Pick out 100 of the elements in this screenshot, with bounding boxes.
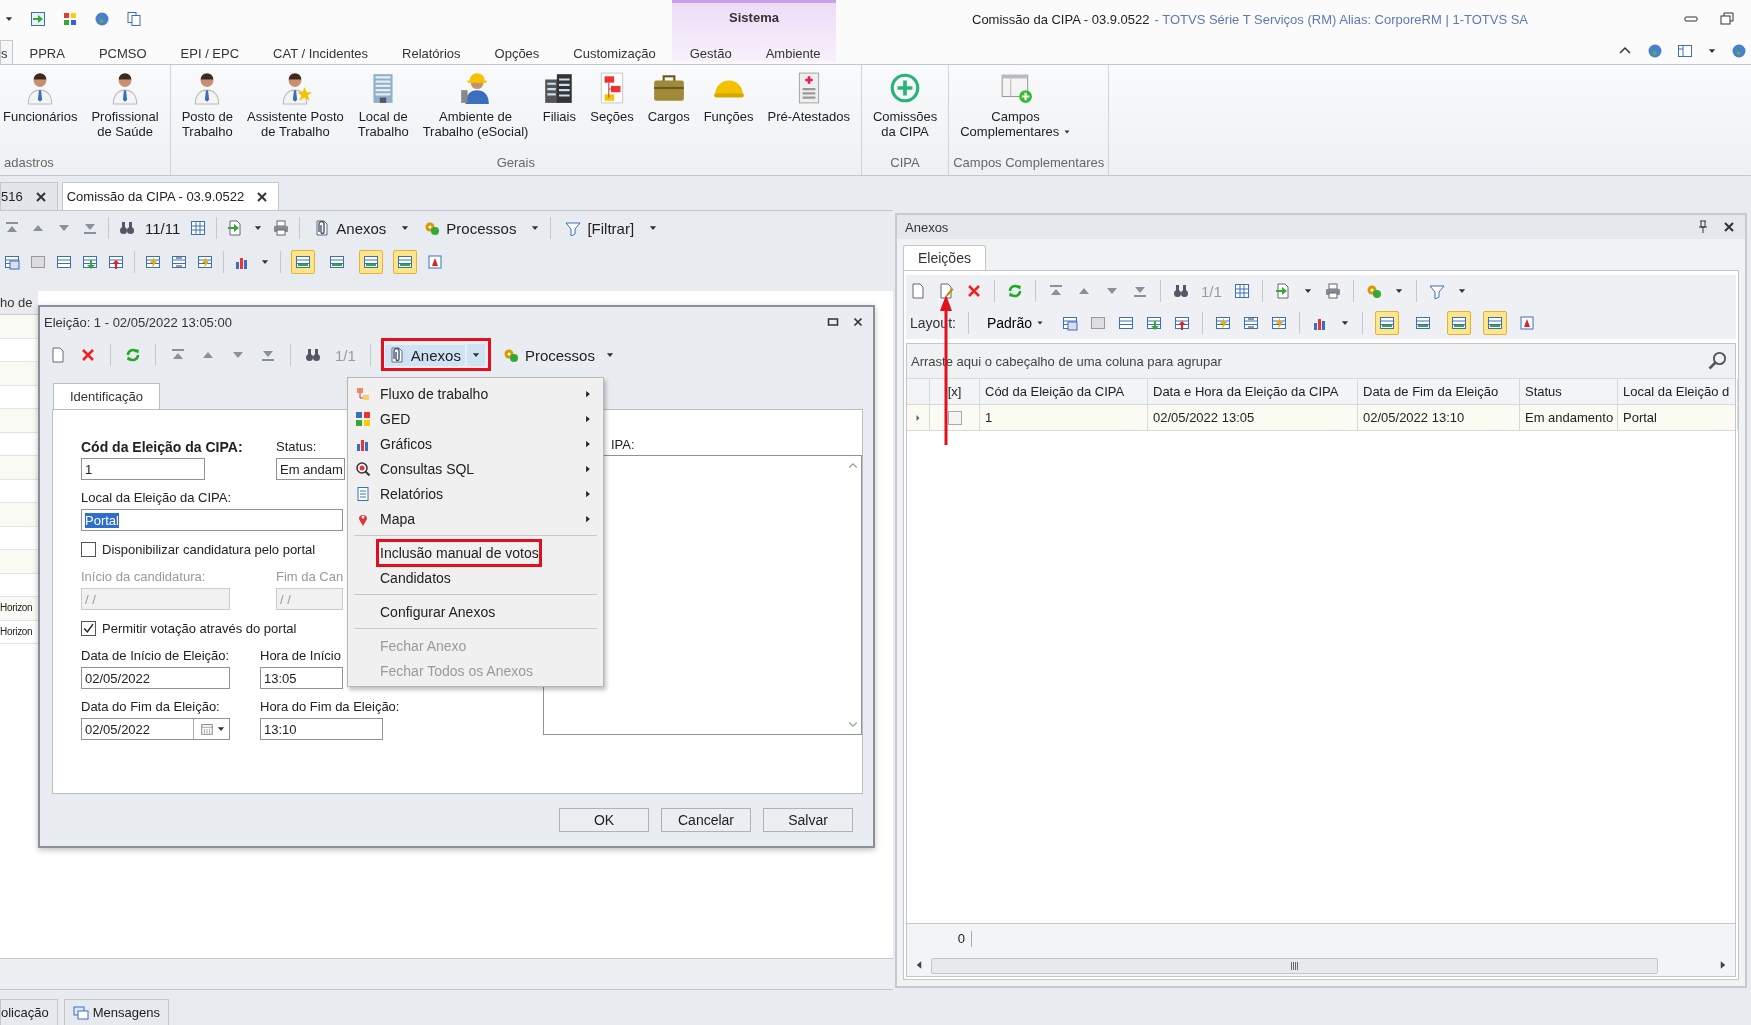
column-header[interactable]: Data e Hora da Eleição da CIPA [1148, 379, 1358, 404]
ribbon-tab[interactable]: Relatórios [385, 40, 478, 64]
ribbon-button[interactable]: Ambiente de Trabalho (eSocial) [415, 69, 536, 141]
paperclip-icon[interactable] [314, 220, 331, 236]
ribbon-button[interactable]: Campos Complementares [953, 69, 1078, 141]
table-import-icon[interactable] [82, 254, 98, 270]
text-field[interactable]: 02/05/2022 [81, 718, 230, 740]
table-flash-icon[interactable] [1271, 315, 1288, 331]
table-copy-icon[interactable] [1062, 315, 1079, 331]
edit-icon[interactable] [938, 283, 954, 299]
new-page-icon[interactable] [910, 283, 926, 299]
paperclip-icon[interactable] [388, 347, 405, 363]
format-icon[interactable] [1519, 315, 1536, 331]
bottom-tab[interactable]: Mensagens [63, 999, 169, 1025]
refresh-icon[interactable] [1007, 283, 1023, 299]
filter-icon[interactable] [1428, 283, 1445, 299]
gears-icon[interactable] [502, 347, 519, 363]
export-icon[interactable] [1274, 283, 1291, 299]
caret-icon[interactable] [1062, 128, 1071, 136]
column-header[interactable]: [x] [930, 379, 980, 404]
view-toggle[interactable] [359, 250, 383, 274]
palette-icon[interactable] [62, 11, 78, 27]
gears-icon[interactable] [424, 220, 441, 236]
text-field[interactable]: 1 [81, 458, 205, 480]
ribbon-button[interactable]: Assistente Posto de Trabalho [239, 69, 351, 141]
menu-item[interactable]: Gráficos [348, 431, 603, 456]
view-toggle[interactable] [393, 250, 417, 274]
ribbon-button[interactable]: Pré-Atestados [760, 69, 857, 126]
attachments-button[interactable]: Anexos [384, 344, 465, 366]
table-import-icon[interactable] [1146, 315, 1163, 331]
column-header[interactable]: Data de Fim da Eleição [1358, 379, 1520, 404]
bottom-tab[interactable]: olicação [0, 999, 58, 1025]
refresh-icon[interactable] [125, 347, 141, 363]
grid-icon[interactable] [1233, 283, 1250, 299]
gears-icon[interactable] [1365, 283, 1382, 299]
binoculars-icon[interactable] [1173, 283, 1189, 299]
menu-item[interactable]: Fluxo de trabalho [348, 381, 603, 406]
caret-icon[interactable] [1036, 319, 1045, 327]
grid-icon[interactable] [190, 220, 207, 236]
printer-icon[interactable] [273, 220, 290, 236]
form-tab[interactable]: Identificação [53, 383, 160, 409]
menu-item[interactable]: Candidatos [348, 565, 603, 590]
view-toggle[interactable] [1375, 311, 1400, 335]
processes-button[interactable]: Processos [498, 344, 599, 366]
table-icon[interactable] [56, 254, 72, 270]
text-field[interactable]: 13:10 [260, 718, 383, 740]
ribbon-tab[interactable]: CAT / Incidentes [256, 40, 385, 64]
text-field[interactable]: Portal [81, 509, 343, 531]
horizontal-scrollbar[interactable] [907, 954, 1735, 976]
column-header[interactable]: Cód da Eleição da CIPA [980, 379, 1148, 404]
menu-item[interactable]: GED [348, 406, 603, 431]
table-sum-icon[interactable] [171, 254, 187, 270]
globe-icon[interactable] [1731, 43, 1747, 59]
search-icon[interactable] [1707, 351, 1727, 371]
ribbon-button[interactable]: Seções [583, 69, 641, 126]
filter-icon[interactable] [565, 220, 582, 236]
filter-button[interactable]: [Filtrar] [561, 217, 639, 239]
layout-dropdown[interactable]: Padrão [980, 314, 1051, 332]
table-copy-icon[interactable] [4, 254, 20, 270]
ribbon-button[interactable]: Comissões da CIPA [865, 69, 945, 141]
ribbon-button[interactable]: Posto de Trabalho [174, 69, 240, 141]
export-icon[interactable] [227, 220, 244, 236]
text-field[interactable]: 02/05/2022 [81, 667, 230, 689]
ribbon-tab[interactable]: PPRA [12, 40, 82, 64]
binoculars-icon[interactable] [119, 220, 135, 236]
processes-button[interactable]: Processos [420, 217, 521, 239]
view-toggle[interactable] [1447, 311, 1472, 335]
binoculars-icon[interactable] [305, 347, 321, 363]
document-tab[interactable]: Comissão da CIPA - 03.9.0522 [61, 182, 280, 210]
globe-icon[interactable] [94, 11, 110, 27]
column-header[interactable]: Status [1520, 379, 1618, 404]
ribbon-button[interactable]: Filiais [535, 69, 584, 126]
ribbon-tab[interactable]: Gestão [672, 40, 749, 64]
ribbon-button[interactable]: Profissional de Saúde [84, 69, 166, 141]
ribbon-tab[interactable]: PCMSO [81, 40, 164, 64]
dialog-button[interactable]: OK [559, 808, 649, 832]
layout-icon[interactable] [1677, 43, 1693, 59]
new-page-icon[interactable] [50, 347, 66, 363]
delete-icon[interactable] [80, 347, 96, 363]
dialog-button[interactable]: Salvar [763, 808, 853, 832]
globe-icon[interactable] [1647, 43, 1663, 59]
view-toggle[interactable] [291, 250, 315, 274]
ribbon-tab[interactable]: Ambiente [748, 40, 838, 64]
table-flash-icon[interactable] [145, 254, 161, 270]
close-icon[interactable] [851, 315, 865, 329]
text-field[interactable]: Em andam [276, 458, 345, 480]
restore-icon[interactable] [1719, 11, 1735, 27]
view-toggle[interactable] [1483, 311, 1508, 335]
table-icon[interactable] [1118, 315, 1135, 331]
dialog-button[interactable]: Cancelar [661, 808, 751, 832]
scroll-thumb[interactable] [931, 958, 1658, 974]
table-sum-icon[interactable] [1243, 315, 1260, 331]
ribbon-button[interactable]: Local de Trabalho [350, 69, 416, 141]
text-field[interactable]: 13:05 [260, 667, 343, 689]
menu-item[interactable]: Relatórios [348, 481, 603, 506]
panel-tab[interactable]: Eleições [903, 245, 986, 270]
delete-icon[interactable] [966, 283, 982, 299]
document-tab[interactable]: 516 [0, 182, 58, 210]
table-upload-icon[interactable] [108, 254, 124, 270]
copy-icon[interactable] [126, 11, 142, 27]
